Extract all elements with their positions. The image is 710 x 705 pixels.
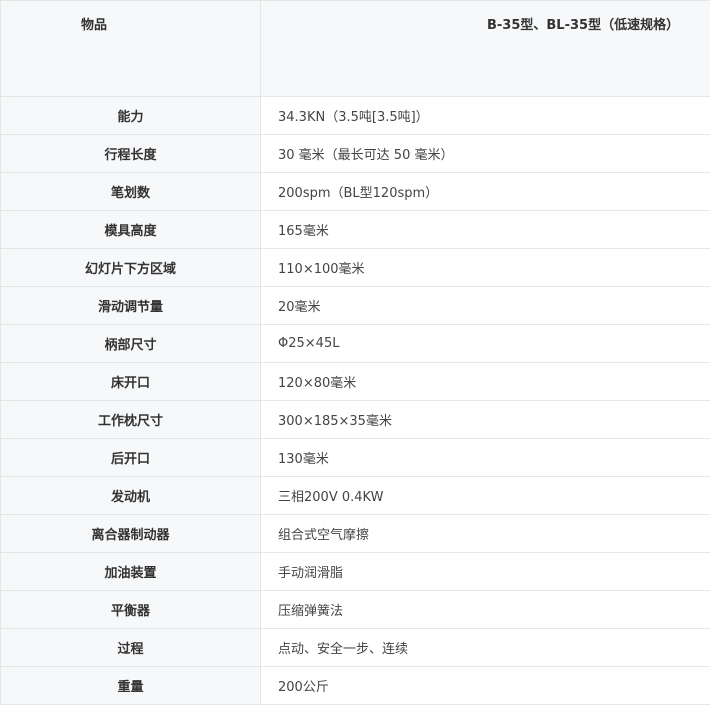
row-value-stroke-length: 30 毫米（最长可达 50 毫米） — [261, 135, 710, 173]
row-value-slide-adjustment: 20毫米 — [261, 287, 710, 325]
header-item-label: 物品 — [1, 1, 261, 97]
table-row: 模具高度 165毫米 — [1, 211, 710, 249]
row-value-process: 点动、安全一步、连续 — [261, 629, 710, 667]
table-row: 离合器制动器 组合式空气摩擦 — [1, 515, 710, 553]
table-row: 加油装置 手动润滑脂 — [1, 553, 710, 591]
row-label-slide-area: 幻灯片下方区域 — [1, 249, 261, 287]
table-row: 工作枕尺寸 300×185×35毫米 — [1, 401, 710, 439]
row-value-weight: 200公斤 — [261, 667, 710, 705]
row-value-die-height: 165毫米 — [261, 211, 710, 249]
row-label-back-opening: 后开口 — [1, 439, 261, 477]
table-row: 滑动调节量 20毫米 — [1, 287, 710, 325]
row-value-motor: 三相200V 0.4KW — [261, 477, 710, 515]
table-header-row: 物品 B-35型、BL-35型（低速规格） — [1, 1, 710, 97]
row-value-clutch-brake: 组合式空气摩擦 — [261, 515, 710, 553]
table-row: 床开口 120×80毫米 — [1, 363, 710, 401]
table-row: 过程 点动、安全一步、连续 — [1, 629, 710, 667]
row-label-lubrication: 加油装置 — [1, 553, 261, 591]
row-value-bolster-size: 300×185×35毫米 — [261, 401, 710, 439]
row-value-balancer: 压缩弹簧法 — [261, 591, 710, 629]
table-row: 柄部尺寸 Φ25×45L — [1, 325, 710, 363]
table-row: 幻灯片下方区域 110×100毫米 — [1, 249, 710, 287]
row-label-die-height: 模具高度 — [1, 211, 261, 249]
row-label-motor: 发动机 — [1, 477, 261, 515]
row-label-capacity: 能力 — [1, 97, 261, 135]
row-label-slide-adjustment: 滑动调节量 — [1, 287, 261, 325]
table-row: 平衡器 压缩弹簧法 — [1, 591, 710, 629]
row-label-process: 过程 — [1, 629, 261, 667]
table-row: 发动机 三相200V 0.4KW — [1, 477, 710, 515]
row-label-bed-opening: 床开口 — [1, 363, 261, 401]
row-label-weight: 重量 — [1, 667, 261, 705]
row-value-shank-size: Φ25×45L — [261, 325, 710, 363]
row-label-clutch-brake: 离合器制动器 — [1, 515, 261, 553]
spec-table: 物品 B-35型、BL-35型（低速规格） 能力 34.3KN（3.5吨[3.5… — [0, 0, 710, 705]
table-row: 行程长度 30 毫米（最长可达 50 毫米） — [1, 135, 710, 173]
row-label-strokes: 笔划数 — [1, 173, 261, 211]
row-label-bolster-size: 工作枕尺寸 — [1, 401, 261, 439]
table-row: 重量 200公斤 — [1, 667, 710, 705]
row-value-capacity: 34.3KN（3.5吨[3.5吨]） — [261, 97, 710, 135]
row-label-shank-size: 柄部尺寸 — [1, 325, 261, 363]
table-row: 后开口 130毫米 — [1, 439, 710, 477]
row-value-strokes: 200spm（BL型120spm） — [261, 173, 710, 211]
table-row: 能力 34.3KN（3.5吨[3.5吨]） — [1, 97, 710, 135]
row-value-slide-area: 110×100毫米 — [261, 249, 710, 287]
header-model-label: B-35型、BL-35型（低速规格） — [261, 1, 710, 97]
row-label-balancer: 平衡器 — [1, 591, 261, 629]
row-value-bed-opening: 120×80毫米 — [261, 363, 710, 401]
row-label-stroke-length: 行程长度 — [1, 135, 261, 173]
row-value-lubrication: 手动润滑脂 — [261, 553, 710, 591]
row-value-back-opening: 130毫米 — [261, 439, 710, 477]
table-row: 笔划数 200spm（BL型120spm） — [1, 173, 710, 211]
